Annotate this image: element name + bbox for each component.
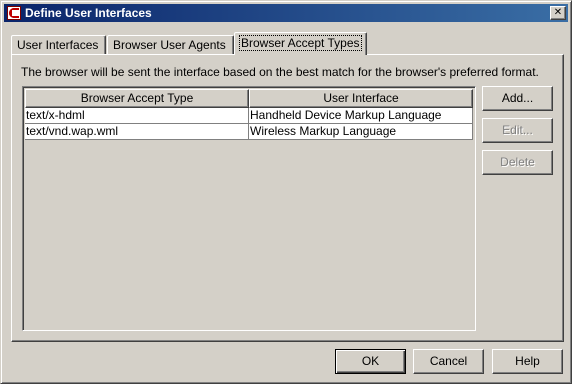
table-row[interactable]: text/vnd.wap.wml Wireless Markup Languag… <box>25 124 473 140</box>
window-title: Define User Interfaces <box>25 6 152 20</box>
column-header-accept-type[interactable]: Browser Accept Type <box>25 89 249 108</box>
tab-label: Browser User Agents <box>113 38 226 52</box>
panel-description: The browser will be sent the interface b… <box>21 65 539 79</box>
tab-label: User Interfaces <box>17 38 99 52</box>
help-button[interactable]: Help <box>492 349 563 374</box>
accept-type-cell: text/vnd.wap.wml <box>25 124 249 140</box>
tab-label: Browser Accept Types <box>239 35 362 51</box>
close-button[interactable]: ✕ <box>550 6 566 20</box>
add-button[interactable]: Add... <box>482 86 553 111</box>
table-row[interactable]: text/x-hdml Handheld Device Markup Langu… <box>25 108 473 124</box>
accept-types-table: Browser Accept Type User Interface text/… <box>22 86 476 331</box>
user-interface-cell: Handheld Device Markup Language <box>249 108 473 124</box>
table-body-area: Browser Accept Type User Interface text/… <box>25 89 473 328</box>
title-bar[interactable]: Define User Interfaces ✕ <box>4 4 568 22</box>
tab-browser-accept-types[interactable]: Browser Accept Types <box>234 32 367 55</box>
dialog-window: Define User Interfaces ✕ User Interfaces… <box>0 0 572 384</box>
tab-panel: The browser will be sent the interface b… <box>11 54 564 342</box>
ok-button[interactable]: OK <box>335 349 406 374</box>
column-header-user-interface[interactable]: User Interface <box>249 89 473 108</box>
delete-button[interactable]: Delete <box>482 150 553 175</box>
tab-browser-user-agents[interactable]: Browser User Agents <box>107 35 234 55</box>
accept-type-cell: text/x-hdml <box>25 108 249 124</box>
edit-button[interactable]: Edit... <box>482 118 553 143</box>
app-icon <box>7 6 21 20</box>
cancel-button[interactable]: Cancel <box>413 349 484 374</box>
tab-user-interfaces[interactable]: User Interfaces <box>11 35 106 55</box>
table-header: Browser Accept Type User Interface <box>25 89 473 108</box>
user-interface-cell: Wireless Markup Language <box>249 124 473 140</box>
